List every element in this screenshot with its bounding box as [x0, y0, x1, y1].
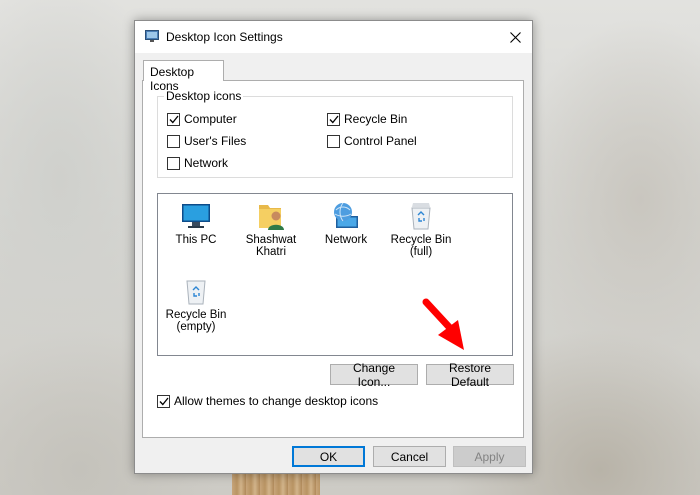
close-button[interactable]: [498, 21, 532, 53]
icon-item-this-pc[interactable]: This PC: [161, 200, 231, 246]
title-bar[interactable]: Desktop Icon Settings: [135, 21, 532, 53]
window-title: Desktop Icon Settings: [166, 30, 283, 44]
desktop-icons-groupbox: Desktop icons Computer Recycle Bin User'…: [157, 89, 513, 178]
checkbox-network-label: Network: [184, 156, 229, 170]
checkbox-network-box[interactable]: [167, 156, 180, 170]
checkbox-recycle-bin-label: Recycle Bin: [344, 112, 408, 126]
checkbox-users-files-label: User's Files: [184, 134, 247, 148]
icon-item-label: This PC: [175, 234, 217, 246]
checkbox-recycle-bin[interactable]: Recycle Bin: [327, 112, 407, 126]
close-icon: [509, 31, 521, 43]
ok-button[interactable]: OK: [292, 446, 365, 467]
tab-desktop-icons[interactable]: Desktop Icons: [143, 60, 224, 93]
recycle-bin-full-icon: [411, 203, 431, 230]
checkbox-control-panel[interactable]: Control Panel: [327, 134, 417, 148]
restore-default-button[interactable]: Restore Default: [426, 361, 514, 389]
desktop-icon-settings-dialog: Desktop Icon Settings Desktop Icons Desk…: [134, 20, 533, 474]
change-icon-button[interactable]: Change Icon...: [330, 361, 418, 389]
icon-item-network[interactable]: Network: [311, 200, 381, 246]
recycle-bin-empty-icon: [186, 280, 206, 305]
icon-item-label: Network: [324, 234, 368, 246]
checkbox-allow-themes[interactable]: Allow themes to change desktop icons: [157, 394, 378, 408]
red-arrow-annotation: [422, 298, 464, 350]
checkmark-icon: [159, 397, 169, 405]
icon-item-recycle-bin-full[interactable]: Recycle Bin (full): [386, 200, 456, 258]
checkbox-control-panel-label: Control Panel: [344, 134, 417, 148]
icon-item-label: Recycle Bin (full): [390, 234, 452, 258]
checkbox-control-panel-box[interactable]: [327, 134, 340, 148]
tab-panel: Desktop icons Computer Recycle Bin User'…: [142, 80, 524, 438]
icon-item-user[interactable]: Shashwat Khatri: [236, 200, 306, 258]
icon-item-label: Shashwat Khatri: [245, 234, 297, 258]
checkbox-computer-box[interactable]: [167, 112, 180, 126]
checkbox-network[interactable]: Network: [167, 156, 228, 170]
checkmark-icon: [329, 115, 339, 123]
checkbox-users-files-box[interactable]: [167, 134, 180, 148]
apply-button[interactable]: Apply: [453, 446, 526, 467]
tab-desktop-icons-label: Desktop Icons: [150, 65, 195, 93]
checkbox-allow-themes-box[interactable]: [157, 394, 170, 408]
checkbox-users-files[interactable]: User's Files: [167, 134, 246, 148]
checkmark-icon: [169, 115, 179, 123]
checkbox-recycle-bin-box[interactable]: [327, 112, 340, 126]
checkbox-allow-themes-label: Allow themes to change desktop icons: [174, 394, 379, 408]
checkbox-computer-label: Computer: [184, 112, 237, 126]
monitor-icon: [182, 204, 210, 228]
icon-item-label: Recycle Bin (empty): [165, 309, 227, 333]
user-folder-icon: [259, 205, 284, 230]
checkbox-computer[interactable]: Computer: [167, 112, 237, 126]
desktop-settings-icon: [145, 30, 159, 42]
icon-item-recycle-bin-empty[interactable]: Recycle Bin (empty): [161, 275, 231, 333]
network-globe-icon: [334, 202, 358, 228]
cancel-button[interactable]: Cancel: [373, 446, 446, 467]
